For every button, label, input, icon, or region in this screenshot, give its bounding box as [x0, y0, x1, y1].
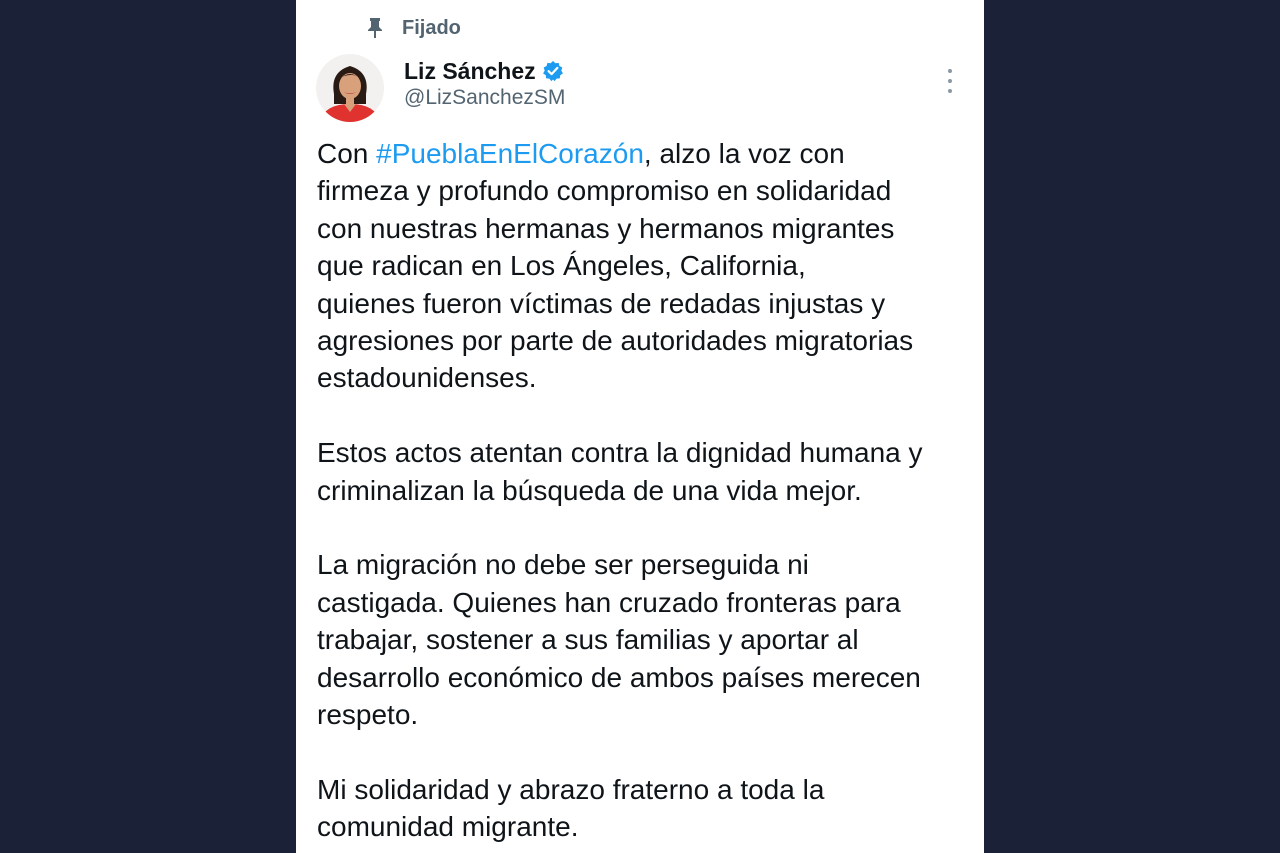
verified-badge-icon: [542, 60, 564, 82]
tweet-text-segment: Con: [317, 138, 377, 169]
tweet-line: castigada. Quienes han cruzado fronteras…: [317, 586, 901, 618]
tweet-paragraph-3: La migración no debe ser perseguida ni c…: [317, 546, 977, 733]
tweet-text-segment: , alzo la voz con: [643, 138, 845, 169]
tweet-line: Mi solidaridad y abrazo fraterno a toda …: [317, 773, 825, 805]
tweet-line: criminalizan la búsqueda de una vida mej…: [317, 474, 862, 506]
pinned-label: Fijado: [402, 16, 461, 39]
tweet-line: respeto.: [317, 699, 419, 731]
user-handle[interactable]: @LizSanchezSM: [404, 86, 565, 110]
more-options-icon[interactable]: [938, 66, 962, 96]
tweet-line: Estos actos atentan contra la dignidad h…: [317, 437, 923, 469]
tweet-line: estadounidenses.: [317, 362, 537, 394]
tweet-paragraph-1: Con #PueblaEnElCorazón, alzo la voz con …: [317, 135, 977, 397]
tweet-line: agresiones por parte de autoridades migr…: [317, 325, 914, 357]
tweet-paragraph-2: Estos actos atentan contra la dignidad h…: [317, 434, 977, 509]
tweet-line: quienes fueron víctimas de redadas injus…: [317, 287, 886, 319]
pin-icon: [366, 17, 384, 39]
hashtag-link[interactable]: #PueblaEnElCorazón: [376, 138, 644, 169]
tweet-paragraph-4: Mi solidaridad y abrazo fraterno a toda …: [317, 771, 977, 846]
tweet-line: trabajar, sostener a sus familias y apor…: [317, 624, 859, 656]
tweet-line: que radican en Los Ángeles, California,: [317, 250, 806, 282]
tweet-line: La migración no debe ser perseguida ni: [317, 549, 809, 581]
author-info[interactable]: Liz Sánchez @LizSanchezSM: [404, 56, 565, 110]
display-name[interactable]: Liz Sánchez: [404, 58, 536, 85]
tweet-text: Con #PueblaEnElCorazón, alzo la voz con …: [317, 135, 977, 846]
avatar[interactable]: [316, 54, 384, 122]
pinned-indicator: Fijado: [366, 14, 461, 42]
name-row: Liz Sánchez: [404, 56, 565, 86]
tweet-line: comunidad migrante.: [317, 811, 579, 843]
tweet-card[interactable]: Fijado Liz Sánchez @LizSanchezSM Con #Pu…: [296, 0, 984, 853]
tweet-line: desarrollo económico de ambos países mer…: [317, 661, 921, 693]
tweet-line: firmeza y profundo compromiso en solidar…: [317, 175, 892, 207]
tweet-line: con nuestras hermanas y hermanos migrant…: [317, 212, 895, 244]
